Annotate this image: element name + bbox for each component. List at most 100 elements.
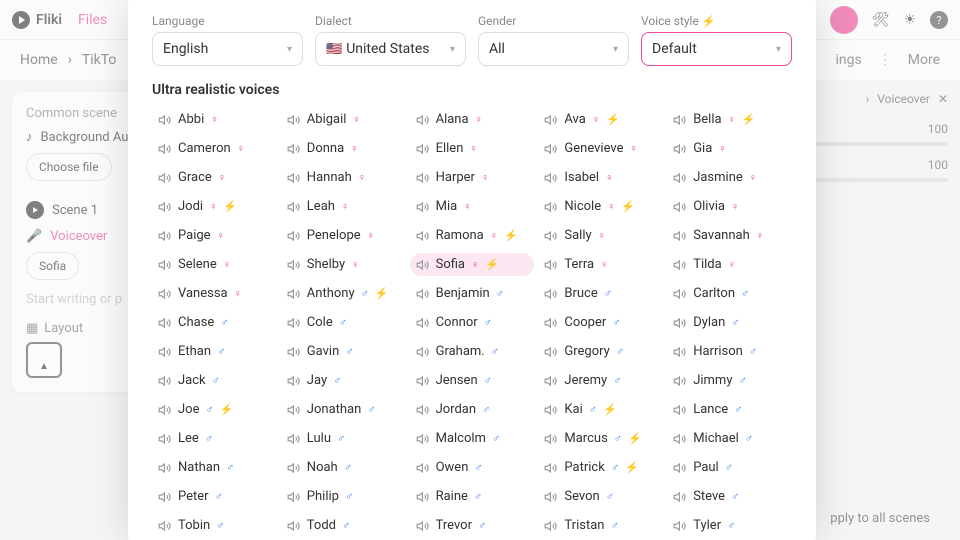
voice-option[interactable]: Sevon ♂ [538, 485, 663, 508]
voice-option[interactable]: Jodi ♀⚡ [152, 195, 277, 218]
male-icon: ♂ [337, 432, 345, 445]
close-icon[interactable]: ✕ [938, 92, 948, 106]
voice-option[interactable]: Nathan ♂ [152, 456, 277, 479]
voice-option[interactable]: Todd ♂ [281, 514, 406, 537]
voice-option[interactable]: Lance ♂ [667, 398, 792, 421]
avatar[interactable] [830, 6, 858, 34]
language-select[interactable]: English▾ [152, 32, 303, 66]
voice-option[interactable]: Shelby ♀ [281, 253, 406, 276]
voice-option[interactable]: Kai ♂⚡ [538, 398, 663, 421]
voice-option[interactable]: Gia ♀ [667, 137, 792, 160]
voice-option[interactable]: Jasmine ♀ [667, 166, 792, 189]
voice-option[interactable]: Tobin ♂ [152, 514, 277, 537]
voice-option[interactable]: Harrison ♂ [667, 340, 792, 363]
voice-option[interactable]: Philip ♂ [281, 485, 406, 508]
voice-option[interactable]: Jordan ♂ [410, 398, 535, 421]
voice-chip[interactable]: Sofia [26, 252, 79, 280]
voice-option[interactable]: Vanessa ♀ [152, 282, 277, 305]
voice-option[interactable]: Marcus ♂⚡ [538, 427, 663, 450]
voice-option[interactable]: Jensen ♂ [410, 369, 535, 392]
apply-all-button[interactable]: pply to all scenes [830, 511, 930, 526]
voice-option[interactable]: Tilda ♀ [667, 253, 792, 276]
voice-option[interactable]: Abbi ♀ [152, 108, 277, 131]
voice-option[interactable]: Patrick ♂⚡ [538, 456, 663, 479]
voice-option[interactable]: Anthony ♂⚡ [281, 282, 406, 305]
voice-option[interactable]: Ethan ♂ [152, 340, 277, 363]
voice-option[interactable]: Isabel ♀ [538, 166, 663, 189]
voice-option[interactable]: Owen ♂ [410, 456, 535, 479]
voice-option[interactable]: Savannah ♀ [667, 224, 792, 247]
voice-option[interactable]: Hannah ♀ [281, 166, 406, 189]
voice-option[interactable]: Bruce ♂ [538, 282, 663, 305]
voice-option[interactable]: Nicole ♀⚡ [538, 195, 663, 218]
app-logo[interactable]: Fliki [12, 11, 62, 29]
settings-link[interactable]: ings [836, 52, 862, 68]
voice-option[interactable]: Donna ♀ [281, 137, 406, 160]
voice-option[interactable]: Leah ♀ [281, 195, 406, 218]
voice-option[interactable]: Carlton ♂ [667, 282, 792, 305]
voice-name: Harrison [693, 344, 743, 359]
voice-option[interactable]: Sofia ♀⚡ [410, 253, 535, 276]
voice-option[interactable]: Mia ♀ [410, 195, 535, 218]
voice-option[interactable]: Bella ♀⚡ [667, 108, 792, 131]
crumb-page[interactable]: TikTo [82, 52, 117, 68]
voice-option[interactable]: Alana ♀ [410, 108, 535, 131]
voice-option[interactable]: Olivia ♀ [667, 195, 792, 218]
voice-option[interactable]: Peter ♂ [152, 485, 277, 508]
voice-option[interactable]: Selene ♀ [152, 253, 277, 276]
voice-option[interactable]: Jonathan ♂ [281, 398, 406, 421]
voice-option[interactable]: Penelope ♀ [281, 224, 406, 247]
dialect-select[interactable]: 🇺🇸United States▾ [315, 32, 466, 66]
voice-option[interactable]: Graham. ♂ [410, 340, 535, 363]
voice-option[interactable]: Malcolm ♂ [410, 427, 535, 450]
voice-option[interactable]: Dylan ♂ [667, 311, 792, 334]
voice-option[interactable]: Gavin ♂ [281, 340, 406, 363]
voice-option[interactable]: Cameron ♀ [152, 137, 277, 160]
voice-option[interactable]: Steve ♂ [667, 485, 792, 508]
voice-option[interactable]: Noah ♂ [281, 456, 406, 479]
voice-option[interactable]: Raine ♂ [410, 485, 535, 508]
voice-option[interactable]: Lulu ♂ [281, 427, 406, 450]
voice-option[interactable]: Cole ♂ [281, 311, 406, 334]
voice-option[interactable]: Tyler ♂ [667, 514, 792, 537]
voice-option[interactable]: Jeremy ♂ [538, 369, 663, 392]
voice-name: Cole [307, 315, 333, 330]
choose-file-button[interactable]: Choose file [26, 153, 112, 181]
theme-icon[interactable]: ☀ [903, 12, 916, 28]
voice-option[interactable]: Ellen ♀ [410, 137, 535, 160]
voice-option[interactable]: Connor ♂ [410, 311, 535, 334]
voice-option[interactable]: Lee ♂ [152, 427, 277, 450]
voice-option[interactable]: Joe ♂⚡ [152, 398, 277, 421]
voice-option[interactable]: Sally ♀ [538, 224, 663, 247]
voice-option[interactable]: Paige ♀ [152, 224, 277, 247]
voice-option[interactable]: Ramona ♀⚡ [410, 224, 535, 247]
voice-option[interactable]: Terra ♀ [538, 253, 663, 276]
voice-option[interactable]: Chase ♂ [152, 311, 277, 334]
style-select[interactable]: Default▾ [641, 32, 792, 66]
crumb-home[interactable]: Home [20, 52, 58, 68]
voice-option[interactable]: Tristan ♂ [538, 514, 663, 537]
voice-option[interactable]: Gregory ♂ [538, 340, 663, 363]
play-icon[interactable] [26, 201, 44, 219]
more-link[interactable]: More [908, 52, 940, 68]
voice-name: Philip [307, 489, 339, 504]
voice-option[interactable]: Abigail ♀ [281, 108, 406, 131]
voice-option[interactable]: Genevieve ♀ [538, 137, 663, 160]
voice-option[interactable]: Grace ♀ [152, 166, 277, 189]
voice-option[interactable]: Jack ♂ [152, 369, 277, 392]
voice-option[interactable]: Trevor ♂ [410, 514, 535, 537]
gender-select[interactable]: All▾ [478, 32, 629, 66]
voice-option[interactable]: Paul ♂ [667, 456, 792, 479]
wrench-icon[interactable]: 🛠 [872, 12, 890, 28]
voice-option[interactable]: Jay ♂ [281, 369, 406, 392]
files-link[interactable]: Files [78, 12, 107, 28]
voiceover-tab[interactable]: Voiceover [877, 92, 930, 106]
help-icon[interactable]: ? [930, 11, 948, 29]
voice-option[interactable]: Benjamin ♂ [410, 282, 535, 305]
voice-option[interactable]: Michael ♂ [667, 427, 792, 450]
voice-option[interactable]: Cooper ♂ [538, 311, 663, 334]
voice-option[interactable]: Harper ♀ [410, 166, 535, 189]
voice-option[interactable]: Jimmy ♂ [667, 369, 792, 392]
bolt-icon: ⚡ [223, 200, 237, 213]
voice-option[interactable]: Ava ♀⚡ [538, 108, 663, 131]
